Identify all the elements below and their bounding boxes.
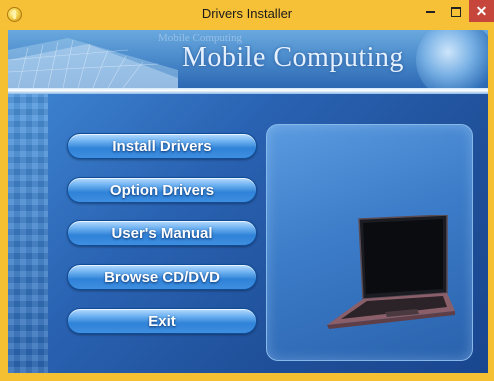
close-icon: ✕ [475, 3, 488, 19]
brand-title: Mobile Computing [182, 42, 404, 73]
install-drivers-button[interactable]: Install Drivers [67, 133, 257, 159]
laptop-image [327, 215, 455, 329]
users-manual-button[interactable]: User's Manual [67, 220, 257, 246]
browse-cd-dvd-button[interactable]: Browse CD/DVD [67, 264, 257, 290]
maximize-button[interactable] [443, 0, 469, 22]
minimize-button[interactable] [417, 0, 443, 22]
exit-button[interactable]: Exit [67, 308, 257, 334]
side-mosaic-decoration [8, 94, 48, 373]
minimize-icon [425, 11, 435, 14]
building-graphic [8, 38, 178, 88]
option-drivers-button[interactable]: Option Drivers [67, 177, 257, 203]
title-bar[interactable]: Drivers Installer ✕ [0, 0, 494, 30]
globe-graphic [416, 30, 488, 88]
header-banner: Mobile Computing Mobile Computing [8, 30, 488, 88]
installer-window: Drivers Installer ✕ Mobile Computing Mob… [0, 0, 494, 381]
close-button[interactable]: ✕ [469, 0, 494, 22]
preview-panel [266, 124, 473, 361]
maximize-icon [451, 7, 461, 18]
main-area: Install Drivers Option Drivers User's Ma… [8, 94, 488, 373]
client-area: Mobile Computing Mobile Computing Instal… [8, 30, 488, 373]
